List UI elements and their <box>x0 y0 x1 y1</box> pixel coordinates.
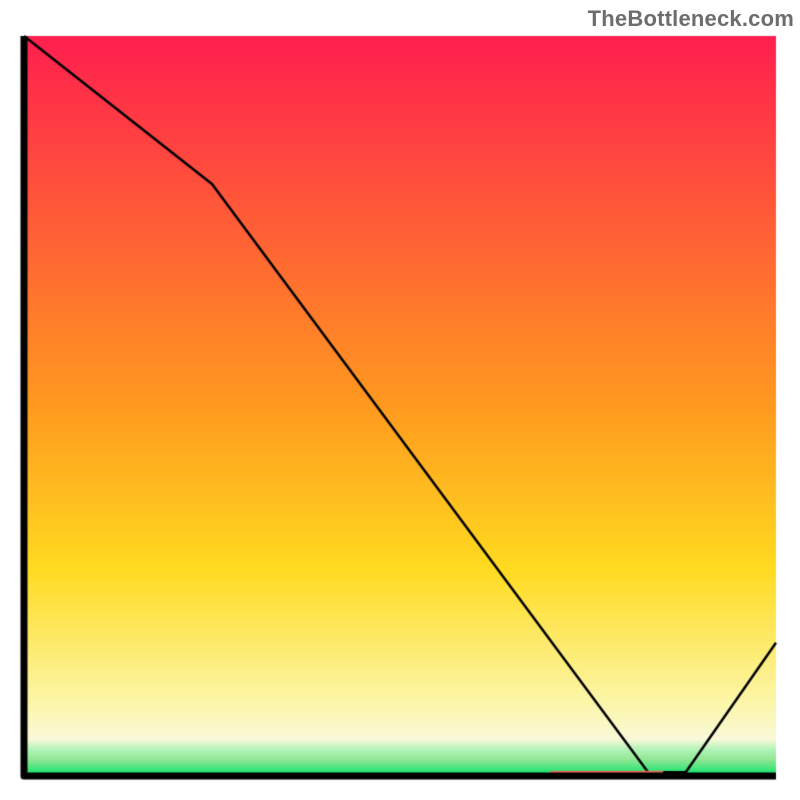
chart-container <box>18 30 782 782</box>
brand-link[interactable]: TheBottleneck.com <box>588 6 794 32</box>
bottleneck-chart <box>18 30 782 782</box>
